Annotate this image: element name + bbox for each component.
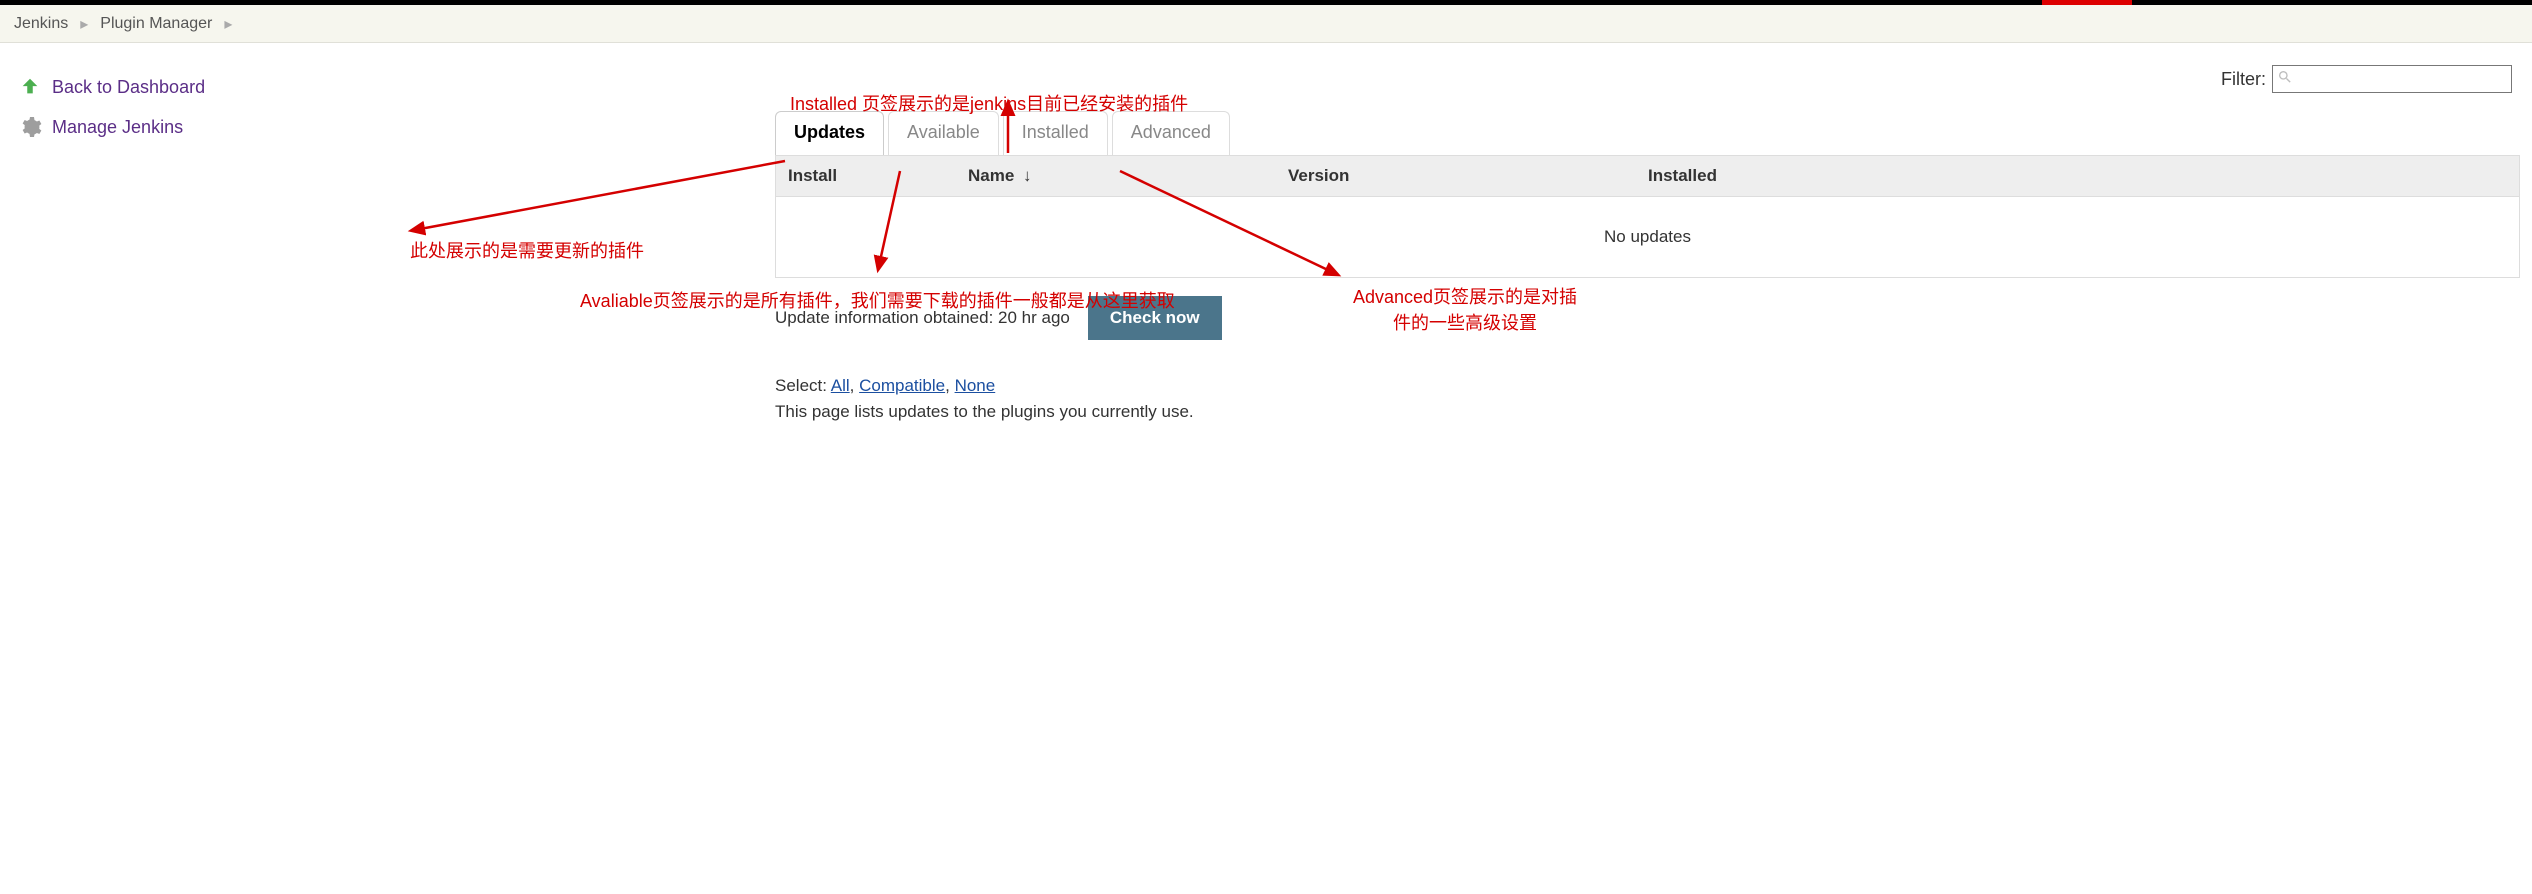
table-header-row: Install Name ↓ Version Installed [776,156,2519,197]
select-all-link[interactable]: All [831,376,850,395]
search-icon [2277,69,2297,90]
select-compatible-link[interactable]: Compatible [859,376,945,395]
filter-label: Filter: [2221,69,2266,90]
chevron-right-icon: ▸ [80,14,88,34]
select-prefix: Select: [775,376,831,395]
filter-searchbox[interactable] [2272,65,2512,93]
col-name-label: Name [968,166,1014,185]
sidebar-manage-jenkins[interactable]: Manage Jenkins [12,107,308,147]
tab-row: Updates Available Installed Advanced [775,111,2520,155]
tab-available[interactable]: Available [888,111,999,155]
sidebar: Back to Dashboard Manage Jenkins [0,61,320,462]
col-version[interactable]: Version [1276,156,1636,196]
tab-advanced[interactable]: Advanced [1112,111,1230,155]
check-now-button[interactable]: Check now [1088,296,1222,340]
main-content: Filter: Updates Available Installed Adva… [320,61,2532,462]
annotation-updates: 此处展示的是需要更新的插件 [410,237,644,263]
gear-icon [16,113,44,141]
sidebar-back-to-dashboard[interactable]: Back to Dashboard [12,67,308,107]
col-name[interactable]: Name ↓ [956,156,1276,196]
col-installed[interactable]: Installed [1636,156,2519,196]
updates-table: Install Name ↓ Version Installed No upda… [775,155,2520,278]
table-empty-message: No updates [776,197,2519,277]
col-install[interactable]: Install [776,156,956,196]
sidebar-item-label: Manage Jenkins [52,117,183,138]
select-row: Select: All, Compatible, None [775,376,2520,396]
breadcrumb: Jenkins ▸ Plugin Manager ▸ [0,5,2532,43]
sidebar-item-label: Back to Dashboard [52,77,205,98]
up-arrow-icon [16,73,44,101]
tab-installed[interactable]: Installed [1003,111,1108,155]
filter-input[interactable] [2297,68,2507,90]
chevron-right-icon: ▸ [224,14,232,34]
page-hint: This page lists updates to the plugins y… [775,402,2520,422]
breadcrumb-jenkins[interactable]: Jenkins [8,15,74,33]
select-none-link[interactable]: None [955,376,996,395]
update-info-text: Update information obtained: 20 hr ago [775,308,1070,328]
breadcrumb-plugin-manager[interactable]: Plugin Manager [94,15,218,33]
sort-arrow-icon: ↓ [1023,166,1032,185]
tab-updates[interactable]: Updates [775,111,884,155]
